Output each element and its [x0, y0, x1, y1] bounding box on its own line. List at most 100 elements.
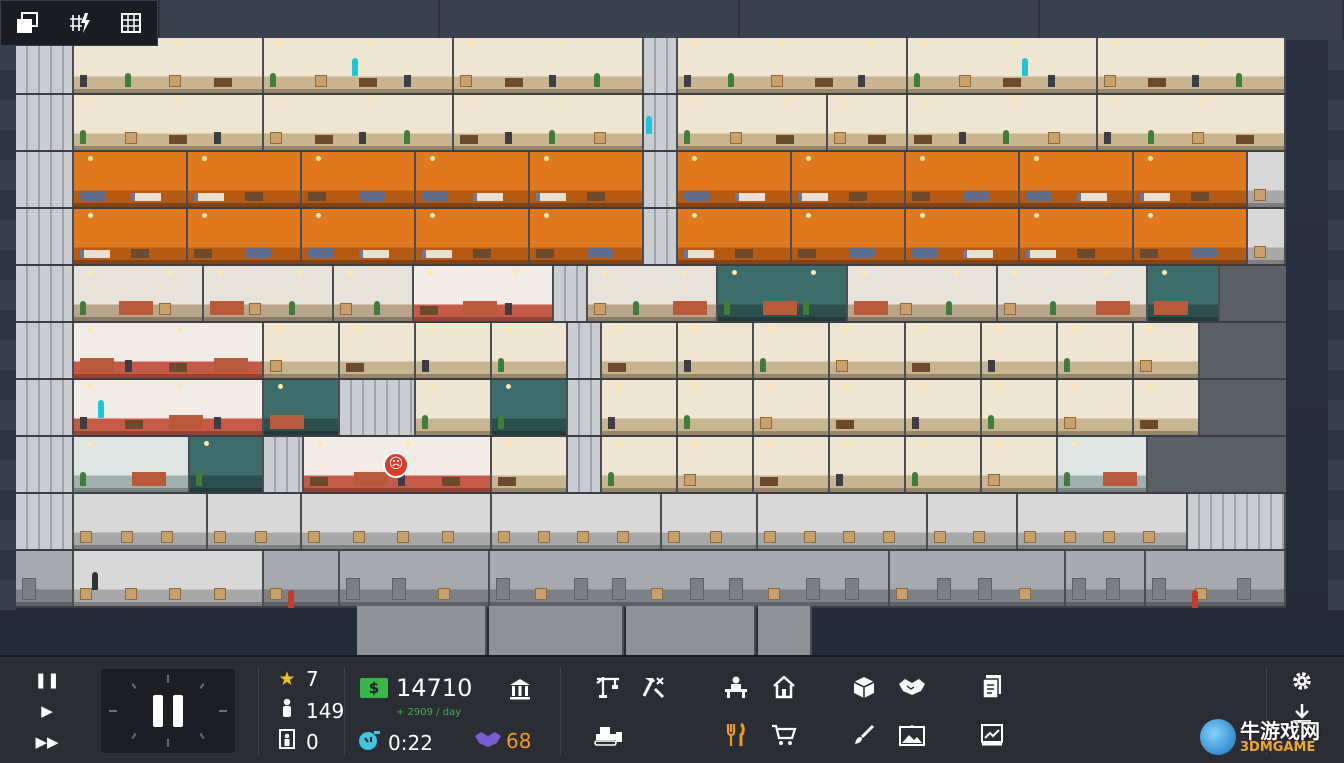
- basement-room[interactable]: [1146, 551, 1286, 606]
- elevator-shaft[interactable]: [568, 380, 602, 435]
- shop-room[interactable]: [74, 266, 204, 321]
- office-room[interactable]: [492, 437, 568, 492]
- shop-room[interactable]: [998, 266, 1148, 321]
- elevator-shaft[interactable]: [16, 437, 74, 492]
- orange-room[interactable]: [416, 209, 530, 264]
- windows-icon[interactable]: [9, 6, 45, 40]
- office-room[interactable]: [264, 38, 454, 93]
- storage-room[interactable]: [302, 494, 492, 549]
- paint-brush-icon[interactable]: [846, 717, 882, 753]
- office-room[interactable]: [830, 380, 906, 435]
- office-room[interactable]: [678, 323, 754, 378]
- bank-icon[interactable]: [502, 671, 538, 707]
- worker-figure[interactable]: [1022, 58, 1028, 76]
- lobby-room[interactable]: [74, 437, 190, 492]
- office-room[interactable]: [754, 437, 830, 492]
- elevator-shaft[interactable]: [16, 38, 74, 93]
- elevator-shaft[interactable]: [16, 494, 74, 549]
- worker-figure[interactable]: [92, 572, 98, 590]
- orange-room[interactable]: [1020, 152, 1134, 207]
- elevator-shaft[interactable]: [568, 323, 602, 378]
- basement-room[interactable]: [490, 551, 890, 606]
- gear-icon[interactable]: [1284, 663, 1320, 699]
- elevator-shaft[interactable]: [340, 380, 416, 435]
- office-room[interactable]: [906, 323, 982, 378]
- shop-room[interactable]: [848, 266, 998, 321]
- picture-icon[interactable]: [894, 717, 930, 753]
- orange-room[interactable]: [678, 209, 792, 264]
- worker-figure[interactable]: [98, 400, 104, 418]
- storage-room[interactable]: [1248, 209, 1286, 264]
- money-stat[interactable]: $ 14710: [360, 674, 472, 702]
- play-icon[interactable]: ▶: [34, 698, 60, 724]
- box-icon[interactable]: [846, 669, 882, 705]
- storage-room[interactable]: [758, 494, 928, 549]
- office-room[interactable]: [74, 95, 264, 150]
- storage-room[interactable]: [928, 494, 1018, 549]
- basement-room[interactable]: [890, 551, 1066, 606]
- office-room[interactable]: [454, 95, 644, 150]
- office-room[interactable]: [830, 323, 906, 378]
- orange-room[interactable]: [792, 152, 906, 207]
- storage-room[interactable]: [662, 494, 758, 549]
- storage-room[interactable]: [1248, 152, 1286, 207]
- elevator-shaft[interactable]: [554, 266, 588, 321]
- elevator-shaft[interactable]: [264, 437, 304, 492]
- office-room[interactable]: [602, 323, 678, 378]
- lobby-room[interactable]: [1058, 437, 1148, 492]
- basement-room[interactable]: [626, 606, 756, 655]
- office-room[interactable]: [906, 380, 982, 435]
- office-room[interactable]: [830, 437, 906, 492]
- elevator-shaft[interactable]: [1188, 494, 1286, 549]
- orange-room[interactable]: [302, 209, 416, 264]
- shop-room[interactable]: [334, 266, 414, 321]
- tenants-stat[interactable]: 0: [274, 729, 319, 754]
- office-room[interactable]: [678, 437, 754, 492]
- worker-figure[interactable]: [352, 58, 358, 76]
- worker-figure[interactable]: [1192, 590, 1198, 608]
- hammer-icon[interactable]: [636, 669, 672, 705]
- elevator-shaft[interactable]: [644, 152, 678, 207]
- office-room[interactable]: [74, 38, 264, 93]
- office-room[interactable]: [754, 380, 830, 435]
- game-clock[interactable]: [101, 669, 235, 753]
- clock-pause-icon[interactable]: [153, 695, 183, 727]
- storage-room[interactable]: [492, 494, 662, 549]
- worker-figure[interactable]: [646, 116, 652, 134]
- storage-room[interactable]: [208, 494, 302, 549]
- office-room[interactable]: [1058, 380, 1134, 435]
- grid-power-icon[interactable]: [61, 6, 97, 40]
- orange-room[interactable]: [906, 209, 1020, 264]
- orange-room[interactable]: [1134, 209, 1248, 264]
- orange-room[interactable]: [74, 152, 188, 207]
- elevator-shaft[interactable]: [16, 323, 74, 378]
- basement-room[interactable]: [1066, 551, 1146, 606]
- office-room[interactable]: [678, 380, 754, 435]
- orange-room[interactable]: [530, 152, 644, 207]
- pause-icon[interactable]: ❚❚: [34, 667, 60, 693]
- office-room[interactable]: [754, 323, 830, 378]
- rating-stat[interactable]: ★ 7: [274, 667, 318, 691]
- basement-room[interactable]: [16, 551, 74, 606]
- office-room[interactable]: [264, 323, 340, 378]
- basement-room[interactable]: [264, 551, 340, 606]
- office-room[interactable]: [678, 38, 908, 93]
- office-room[interactable]: [678, 95, 828, 150]
- elevator-shaft[interactable]: [568, 437, 602, 492]
- office-room[interactable]: [454, 38, 644, 93]
- orange-room[interactable]: [678, 152, 792, 207]
- storage-room[interactable]: [74, 551, 264, 606]
- basement-room[interactable]: [340, 551, 490, 606]
- elevator-shaft[interactable]: [16, 266, 74, 321]
- storage-room[interactable]: [1018, 494, 1188, 549]
- elevator-shaft[interactable]: [16, 152, 74, 207]
- office-room[interactable]: [906, 437, 982, 492]
- orange-room[interactable]: [792, 209, 906, 264]
- office-room[interactable]: [908, 95, 1098, 150]
- office-room[interactable]: [982, 437, 1058, 492]
- building-grid-icon[interactable]: [113, 6, 149, 40]
- orange-room[interactable]: [1020, 209, 1134, 264]
- shop-room[interactable]: [204, 266, 334, 321]
- population-stat[interactable]: 149: [274, 698, 344, 723]
- basement-room[interactable]: [758, 606, 812, 655]
